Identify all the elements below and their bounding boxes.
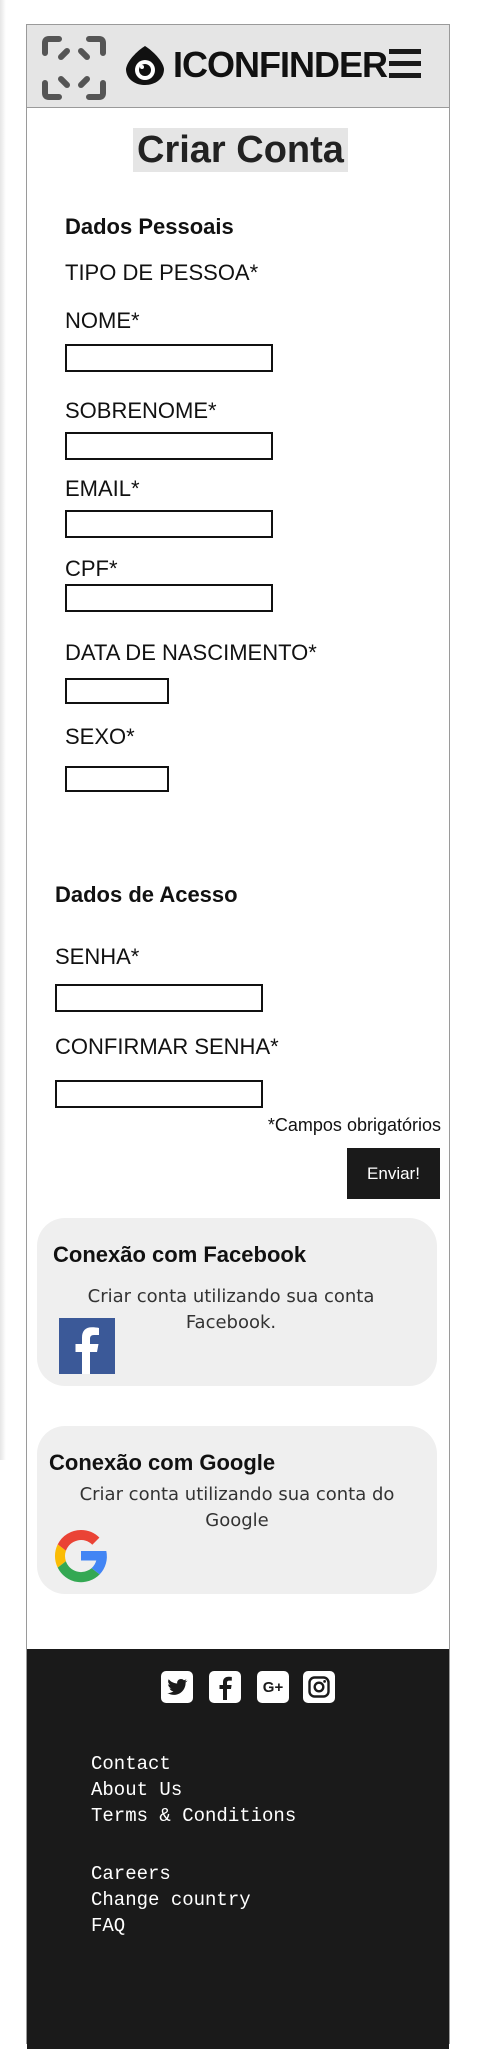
personal-data-heading: Dados Pessoais (65, 214, 234, 239)
submit-button[interactable]: Enviar! (347, 1148, 440, 1199)
footer: G+ Contact About Us Terms & Conditions C… (27, 1649, 449, 2049)
footer-link-careers[interactable]: Careers (91, 1863, 171, 1885)
footer-link-change-country[interactable]: Change country (91, 1889, 251, 1911)
gender-label: SEXO* (65, 724, 135, 749)
google-icon[interactable] (51, 1526, 111, 1586)
instagram-icon[interactable] (303, 1671, 335, 1703)
scan-frame-icon[interactable] (41, 35, 107, 101)
email-label: EMAIL* (65, 476, 140, 501)
first-name-input[interactable] (65, 344, 273, 372)
last-name-label: SOBRENOME* (65, 398, 217, 423)
footer-link-faq[interactable]: FAQ (91, 1915, 125, 1937)
google-card-text: Criar conta utilizando sua conta do Goog… (79, 1484, 395, 1531)
google-card-title: Conexão com Google (49, 1450, 276, 1475)
password-input[interactable] (55, 984, 263, 1012)
confirm-password-input[interactable] (55, 1080, 263, 1108)
birthdate-label: DATA DE NASCIMENTO* (65, 640, 317, 665)
gender-select[interactable] (65, 766, 169, 792)
page-title: Criar Conta (133, 128, 348, 172)
cpf-input[interactable] (65, 584, 273, 612)
facebook-card-title: Conexão com Facebook (53, 1242, 307, 1267)
page-frame: ICONFINDER Criar Conta Dados Pessoais TI… (26, 24, 450, 2049)
last-name-input[interactable] (65, 432, 273, 460)
brand-logo[interactable]: ICONFINDER (123, 40, 388, 90)
facebook-icon[interactable] (209, 1671, 241, 1703)
footer-link-about[interactable]: About Us (91, 1779, 182, 1801)
google-card: Conexão com Google Criar conta utilizand… (37, 1426, 437, 1594)
brand-name: ICONFINDER (173, 44, 388, 85)
twitter-icon[interactable] (161, 1671, 193, 1703)
footer-link-contact[interactable]: Contact (91, 1753, 171, 1775)
google-plus-icon[interactable]: G+ (257, 1671, 289, 1703)
eye-logo-icon (126, 46, 164, 85)
first-name-label: NOME* (65, 308, 140, 333)
person-type-label: TIPO DE PESSOA* (65, 260, 259, 285)
confirm-password-label: CONFIRMAR SENHA* (55, 1034, 279, 1059)
hamburger-icon[interactable] (389, 49, 421, 79)
email-input[interactable] (65, 510, 273, 538)
facebook-card: Conexão com Facebook Criar conta utiliza… (37, 1218, 437, 1386)
footer-link-terms[interactable]: Terms & Conditions (91, 1805, 296, 1827)
required-fields-note: *Campos obrigatórios (267, 1115, 441, 1135)
top-bar: ICONFINDER (27, 24, 449, 108)
birthdate-input[interactable] (65, 678, 169, 704)
page-shadow (0, 0, 6, 1460)
password-label: SENHA* (55, 944, 140, 969)
facebook-icon[interactable] (59, 1318, 115, 1374)
cpf-label: CPF* (65, 556, 118, 581)
access-data-heading: Dados de Acesso (55, 882, 238, 907)
